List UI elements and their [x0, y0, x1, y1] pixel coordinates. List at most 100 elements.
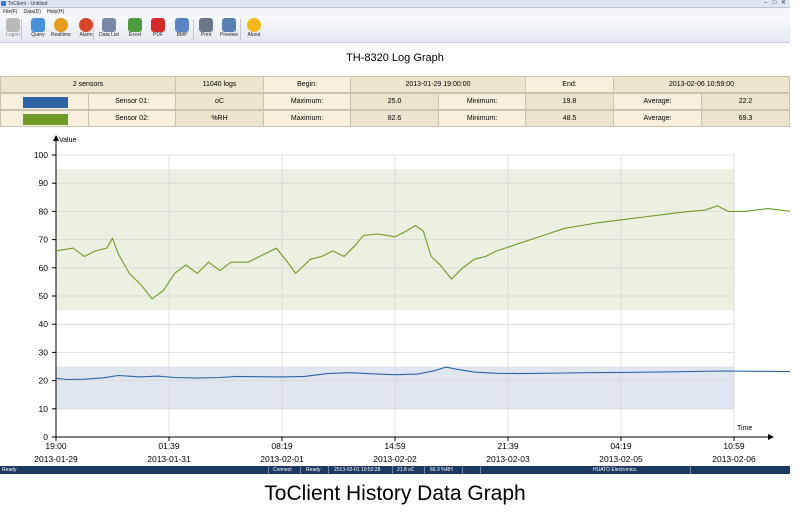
status-divider [328, 466, 329, 474]
query-icon [31, 18, 45, 32]
status-ready-left: Ready [2, 467, 17, 473]
toolbar-button-label: Print [200, 32, 212, 38]
status-datetime: 2013-02-01 10:50:28 [334, 467, 381, 473]
toolbar-button-label: Realtime [51, 32, 71, 38]
sensor-01-min-label: Minimum: [438, 93, 526, 110]
toolbar-separator [21, 19, 22, 40]
x-tick-date-label: 2013-02-02 [373, 454, 417, 464]
minimize-button[interactable]: – [761, 0, 770, 7]
status-temperature: 21.8 oC [397, 467, 415, 473]
preview-icon [222, 18, 236, 32]
x-tick-date-label: 2013-02-01 [260, 454, 304, 464]
realtime-button[interactable]: Realtime [50, 17, 72, 42]
graph-title: TH-8320 Log Graph [346, 52, 444, 64]
begin-label: Begin: [263, 76, 351, 93]
y-tick-label: 50 [39, 291, 49, 301]
app-icon [1, 1, 6, 6]
status-divider [300, 466, 301, 474]
pdf-button[interactable]: PDF [147, 17, 169, 42]
data-list-button[interactable]: Data List [98, 17, 120, 42]
sensor-02-avg-label: Average: [613, 110, 702, 127]
x-tick-date-label: 2013-02-06 [712, 454, 756, 464]
status-divider [268, 466, 269, 474]
sensor-02-max-label: Maximum: [263, 110, 351, 127]
x-tick-date-label: 2013-02-03 [486, 454, 530, 464]
toolbar-separator [93, 19, 94, 40]
toolbar-button-label: Data List [99, 32, 119, 38]
toolbar-button-label: PDF [153, 32, 163, 38]
status-divider [480, 466, 481, 474]
y-tick-label: 100 [34, 150, 48, 160]
pdf-icon [151, 18, 165, 32]
toolbar-button-label: BMP [176, 32, 188, 38]
x-tick-time-label: 08:19 [271, 441, 293, 451]
x-tick-time-label: 04:19 [610, 441, 632, 451]
maximize-button[interactable]: □ [770, 0, 779, 7]
status-connect: Connect [273, 467, 292, 473]
log-count: 11040 logs [175, 76, 264, 93]
sensor-02-color-swatch [23, 114, 68, 125]
status-divider [392, 466, 393, 474]
y-tick-label: 40 [39, 319, 49, 329]
toolbar-button-label: About [247, 32, 261, 38]
status-divider [424, 466, 425, 474]
x-tick-date-label: 2013-01-31 [147, 454, 191, 464]
excel-icon [128, 18, 142, 32]
y-tick-label: 10 [39, 404, 49, 414]
data-list-icon [102, 18, 116, 32]
x-axis-arrow-icon [768, 434, 774, 440]
status-company: HUATO Electronics. [593, 467, 638, 473]
status-humidity: 66.9 %RH [430, 467, 453, 473]
sensor-01-avg: 22.2 [701, 93, 790, 110]
close-button[interactable]: ✕ [779, 0, 788, 7]
status-divider [690, 466, 691, 474]
excel-button[interactable]: Excel [124, 17, 146, 42]
logon-icon [6, 18, 20, 32]
sensor-02-max: 82.6 [350, 110, 439, 127]
print-button[interactable]: Print [195, 17, 217, 42]
sensor-01-max-label: Maximum: [263, 93, 351, 110]
y-axis-label: Value [59, 137, 76, 144]
y-tick-label: 90 [39, 178, 49, 188]
end-label: End: [525, 76, 614, 93]
window-controls: – □ ✕ [761, 0, 788, 7]
x-tick-date-label: 2013-02-05 [599, 454, 643, 464]
toolbar-button-label: Excel [128, 32, 142, 38]
about-button[interactable]: About [243, 17, 265, 42]
alarm-icon [79, 18, 93, 32]
window-title: ToClient - Untitled [8, 1, 48, 7]
sensor-count: 2 sensors [0, 76, 176, 93]
y-tick-label: 70 [39, 235, 49, 245]
end-value: 2013-02-06 10:59:00 [613, 76, 790, 93]
x-tick-time-label: 19:00 [45, 441, 67, 451]
sensor-summary-table: 2 sensors 11040 logs Begin: 2013-01-29 1… [0, 76, 790, 128]
sensor-02-min-label: Minimum: [438, 110, 526, 127]
menu-file[interactable]: File(F) [3, 8, 17, 16]
sensor-01-avg-label: Average: [613, 93, 702, 110]
sensor-02-min: 48.5 [525, 110, 614, 127]
toolbar-separator [193, 19, 194, 40]
preview-button[interactable]: Preview [218, 17, 240, 42]
about-icon [247, 18, 261, 32]
y-tick-label: 60 [39, 263, 49, 273]
begin-value: 2013-01-29 19:00:00 [350, 76, 526, 93]
x-tick-time-label: 21:39 [497, 441, 519, 451]
sensor-01-color-swatch [23, 97, 68, 108]
status-divider [462, 466, 463, 474]
toolbar-button-label: Query [31, 32, 45, 38]
sensor-02-color-cell [0, 110, 89, 127]
menu-bar: File(F) Data(D) Help(H) [0, 8, 790, 16]
x-tick-date-label: 2013-01-29 [34, 454, 78, 464]
sensor-01-name: Sensor 01: [88, 93, 176, 110]
toolbar-button-label: Preview [220, 32, 238, 38]
menu-data[interactable]: Data(D) [23, 8, 41, 16]
status-state: Ready [306, 467, 321, 473]
menu-help[interactable]: Help(H) [47, 8, 64, 16]
toolbar: Logon Query Realtime Alarm Data List Excel PDF… [0, 16, 790, 43]
bmp-button[interactable]: BMP [171, 17, 193, 42]
bmp-icon [175, 18, 189, 32]
x-axis-label: Time [737, 425, 752, 432]
query-button[interactable]: Query [27, 17, 49, 42]
x-tick-time-label: 10:59 [723, 441, 745, 451]
y-tick-label: 30 [39, 347, 49, 357]
